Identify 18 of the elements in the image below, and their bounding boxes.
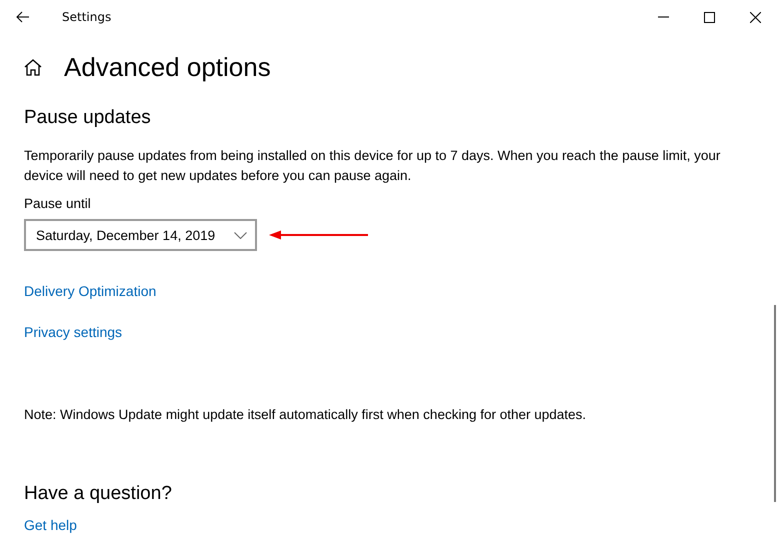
section-heading: Pause updates — [24, 107, 152, 129]
minimize-icon — [658, 16, 668, 18]
date-dropdown[interactable]: Saturday, December 14, 2019 — [24, 219, 257, 251]
back-arrow-icon — [16, 11, 30, 23]
close-icon — [750, 12, 760, 22]
field-label: Pause until — [24, 196, 92, 211]
scrollbar[interactable] — [774, 305, 776, 502]
settings-link[interactable]: Delivery Optimization — [24, 283, 156, 299]
note-text: Note: Windows Update might update itself automatically first when checking for other updates. — [24, 406, 588, 424]
home-icon[interactable] — [24, 59, 42, 76]
page-title: Advanced options — [64, 52, 271, 83]
description-text: Temporarily pause updates from being installed on this device for up to 7 days. When you reach the pause limit, your device will need to get new updates before you can pause again. — [24, 147, 722, 185]
chevron-icon — [234, 232, 247, 238]
settings-link[interactable]: Privacy settings — [24, 324, 122, 340]
help-link[interactable]: Get help — [24, 517, 77, 533]
maximize-icon — [704, 12, 714, 22]
window-title: Settings — [62, 10, 112, 24]
help-heading: Have a question? — [24, 483, 173, 505]
